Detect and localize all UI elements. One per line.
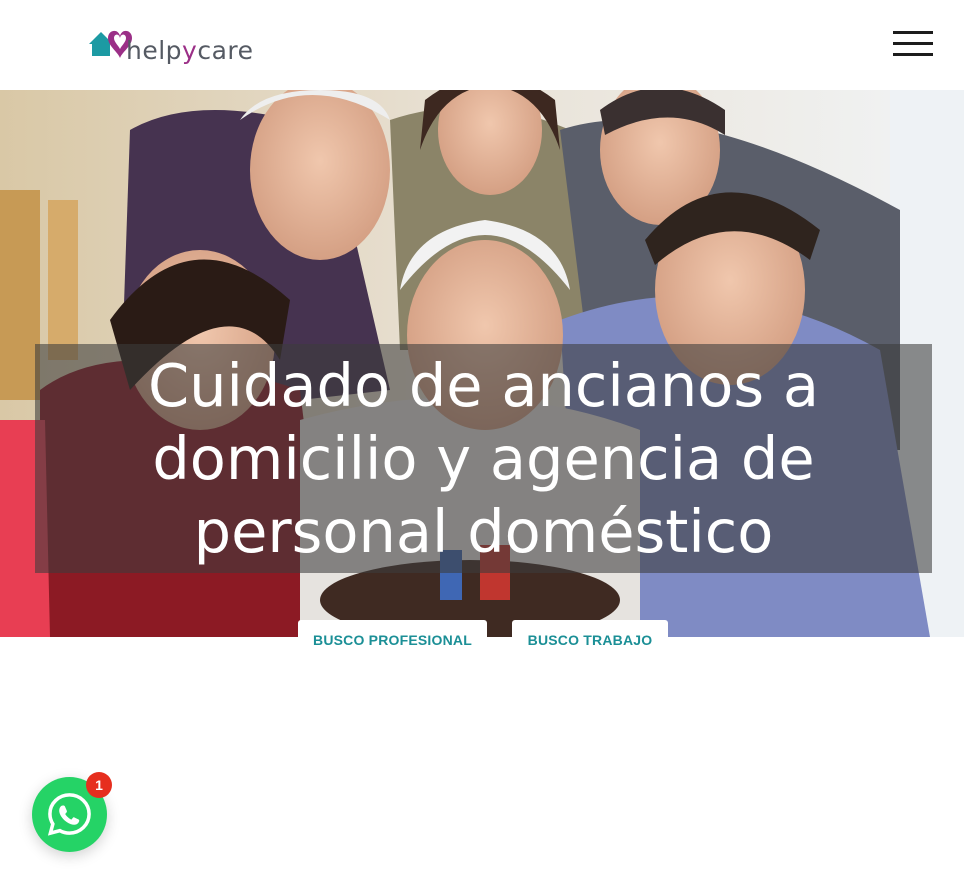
hamburger-menu-icon[interactable] — [893, 31, 933, 57]
busco-trabajo-button[interactable]: BUSCO TRABAJO — [512, 620, 668, 660]
notification-badge: 1 — [86, 772, 112, 798]
hero-title: Cuidado de ancianos a domicilio y agenci… — [147, 351, 820, 566]
site-header: helpycare — [0, 0, 964, 90]
whatsapp-icon — [47, 793, 91, 836]
helpycare-logo[interactable]: helpycare — [86, 20, 254, 68]
logo-wordmark: helpycare — [126, 35, 254, 65]
busco-profesional-button[interactable]: BUSCO PROFESIONAL — [298, 620, 487, 660]
hero-banner: Cuidado de ancianos a domicilio y agenci… — [0, 90, 964, 637]
